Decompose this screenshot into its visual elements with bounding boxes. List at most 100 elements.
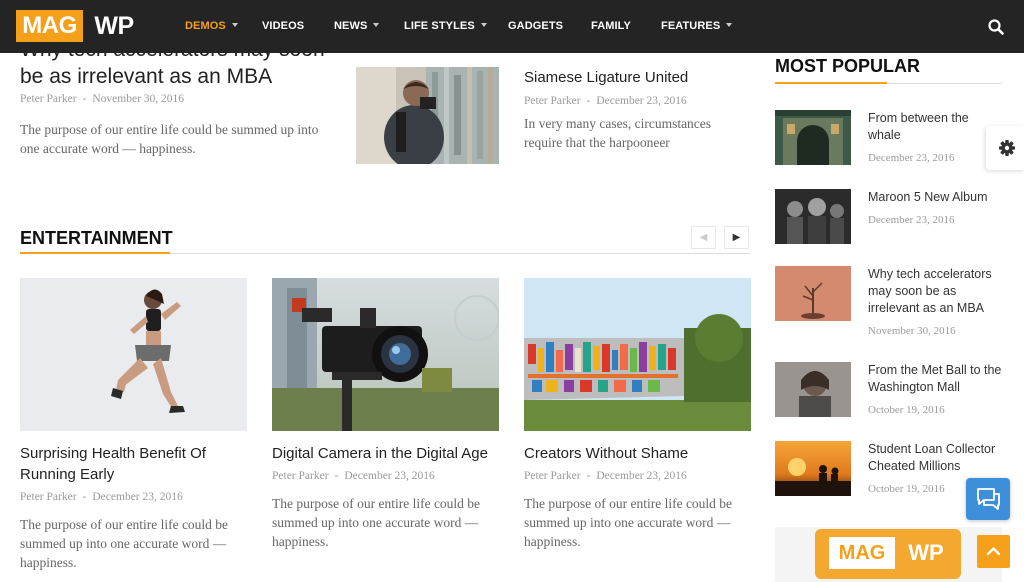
popular-date: December 23, 2016 <box>868 214 955 226</box>
logo-wp: WP <box>94 12 134 40</box>
ad-logo-part1: MAG <box>838 542 886 564</box>
article-meta: Peter Parker - November 30, 2016 <box>20 93 184 105</box>
card-meta: Peter Parker - December 23, 2016 <box>524 470 751 482</box>
article-title[interactable]: Siamese Ligature United <box>524 69 688 86</box>
article-thumbnail[interactable] <box>20 278 247 431</box>
popular-title[interactable]: Student Loan Collector Cheated Millions <box>868 441 1002 475</box>
logo-mag: MAG <box>16 10 83 42</box>
nav-label: VIDEOS <box>262 20 305 32</box>
chevron-right-icon: ▶ <box>732 232 741 243</box>
meta-separator: - <box>586 470 591 482</box>
ad-banner[interactable]: MAG WP <box>775 527 1002 582</box>
popular-date: October 19, 2016 <box>868 483 945 495</box>
article-excerpt: The purpose of our entire life could be … <box>20 122 319 156</box>
card-date: December 23, 2016 <box>92 491 183 503</box>
section-title: ENTERTAINMENT <box>20 228 173 248</box>
gear-icon <box>999 140 1015 156</box>
card-author[interactable]: Peter Parker <box>20 491 77 503</box>
chevron-down-icon <box>231 23 238 27</box>
meta-separator: - <box>334 470 339 482</box>
article-thumbnail[interactable] <box>356 67 499 164</box>
article-excerpt: In very many cases, circumstances requir… <box>524 116 712 150</box>
woman-image <box>775 362 851 417</box>
main-content: Why tech accelerators may soon be as irr… <box>0 0 1024 582</box>
nav-item-life-styles[interactable]: LIFE STYLES <box>404 20 487 32</box>
card-excerpt: The purpose of our entire life could be … <box>272 496 481 549</box>
popular-title[interactable]: Why tech accelerators may soon be as irr… <box>868 266 1002 317</box>
nav-label: LIFE STYLES <box>404 20 475 32</box>
article-card: Digital Camera in the Digital Age Peter … <box>272 278 499 551</box>
museum-image <box>524 278 751 431</box>
popular-thumbnail[interactable] <box>775 266 851 321</box>
article-author[interactable]: Peter Parker <box>524 95 581 107</box>
section-header: ENTERTAINMENT ◀ ▶ <box>20 226 750 254</box>
widget-title-text: MOST POPULAR <box>775 56 921 76</box>
carousel-prev-button[interactable]: ◀ <box>691 226 716 249</box>
popular-date: December 23, 2016 <box>868 152 955 164</box>
chevron-down-icon <box>480 23 487 27</box>
article-date: December 23, 2016 <box>596 95 687 107</box>
chevron-down-icon <box>726 23 733 27</box>
sunset-image <box>775 441 851 496</box>
nav-item-gadgets[interactable]: GADGETS <box>508 20 563 32</box>
article-thumbnail[interactable] <box>272 278 499 431</box>
popular-thumbnail[interactable] <box>775 362 851 417</box>
card-title[interactable]: Digital Camera in the Digital Age <box>272 443 499 464</box>
nav-item-videos[interactable]: VIDEOS <box>262 20 304 32</box>
card-author[interactable]: Peter Parker <box>272 470 329 482</box>
nav-item-news[interactable]: NEWS <box>334 20 380 32</box>
popular-title[interactable]: Maroon 5 New Album <box>868 189 1002 206</box>
card-date: December 23, 2016 <box>596 470 687 482</box>
card-meta: Peter Parker - December 23, 2016 <box>272 470 499 482</box>
nav-label: FAMILY <box>591 20 631 32</box>
top-navbar: MAG WP DEMOS VIDEOS NEWS LIFE STYLES GAD… <box>0 0 1024 53</box>
carousel-next-button[interactable]: ▶ <box>724 226 749 249</box>
popular-title[interactable]: From between the whale <box>868 110 1002 144</box>
article-thumbnail[interactable] <box>524 278 751 431</box>
photographer-image <box>356 67 499 164</box>
scroll-to-top-button[interactable] <box>977 535 1010 568</box>
widget-title: MOST POPULAR <box>775 56 1002 84</box>
camera-image <box>272 278 499 431</box>
settings-button[interactable] <box>986 126 1024 170</box>
chat-icon <box>977 488 1000 510</box>
chevron-left-icon: ◀ <box>699 232 708 243</box>
widget-underline <box>775 82 887 84</box>
popular-thumbnail[interactable] <box>775 110 851 165</box>
nav-label: NEWS <box>334 20 368 32</box>
card-excerpt: The purpose of our entire life could be … <box>524 496 733 549</box>
chevron-down-icon <box>373 23 380 27</box>
search-icon[interactable] <box>988 19 1004 35</box>
runner-image <box>20 278 247 431</box>
popular-date: November 30, 2016 <box>868 325 956 337</box>
meta-separator: - <box>82 491 87 503</box>
section-underline <box>20 252 170 254</box>
article-meta: Peter Parker - December 23, 2016 <box>524 95 687 107</box>
card-excerpt: The purpose of our entire life could be … <box>20 517 229 570</box>
nav-label: DEMOS <box>185 20 226 32</box>
band-image <box>775 189 851 244</box>
article-card: Surprising Health Benefit Of Running Ear… <box>20 278 247 572</box>
article-date: November 30, 2016 <box>92 93 185 105</box>
ad-logo-part2: WP <box>908 540 944 565</box>
card-title[interactable]: Surprising Health Benefit Of Running Ear… <box>20 443 247 485</box>
card-author[interactable]: Peter Parker <box>524 470 581 482</box>
building-image <box>775 110 851 165</box>
popular-date: October 19, 2016 <box>868 404 945 416</box>
chat-button[interactable] <box>966 478 1010 520</box>
arrow-up-icon <box>986 547 1001 556</box>
nav-item-features[interactable]: FEATURES <box>661 20 733 32</box>
meta-separator: - <box>82 93 87 105</box>
popular-title[interactable]: From the Met Ball to the Washington Mall <box>868 362 1002 396</box>
nav-item-family[interactable]: FAMILY <box>591 20 631 32</box>
card-title[interactable]: Creators Without Shame <box>524 443 751 464</box>
popular-thumbnail[interactable] <box>775 189 851 244</box>
meta-separator: - <box>586 95 591 107</box>
popular-thumbnail[interactable] <box>775 441 851 496</box>
tree-image <box>775 266 851 321</box>
nav-item-demos[interactable]: DEMOS <box>185 20 238 32</box>
article-author[interactable]: Peter Parker <box>20 93 77 105</box>
card-date: December 23, 2016 <box>344 470 435 482</box>
nav-label: GADGETS <box>508 20 564 32</box>
article-card: Creators Without Shame Peter Parker - Dece… <box>524 278 751 551</box>
